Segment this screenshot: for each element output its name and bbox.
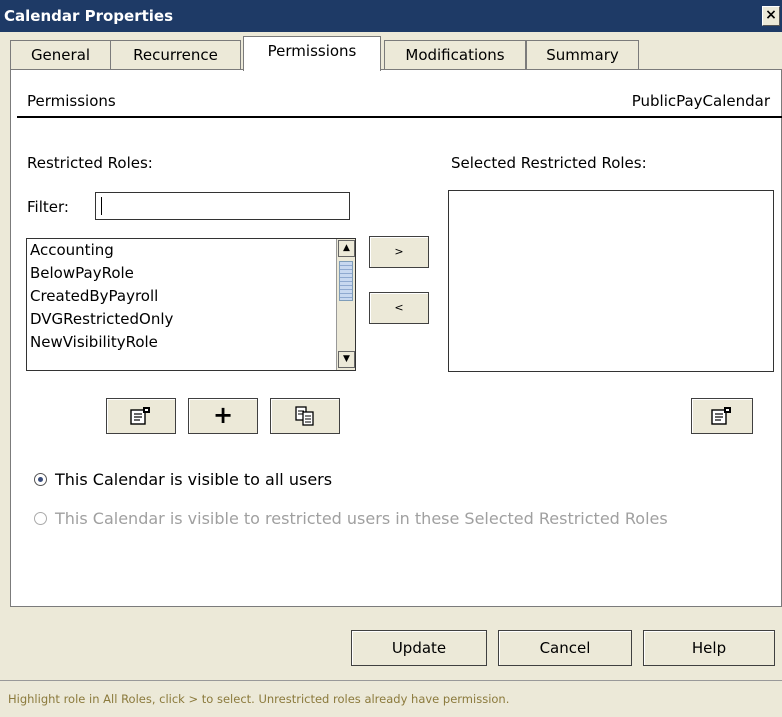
tab-modifications[interactable]: Modifications [384, 40, 526, 70]
visible-all-label: This Calendar is visible to all users [55, 470, 333, 489]
arrow-up-icon: ▲ [343, 243, 350, 253]
tab-label: Permissions [267, 42, 357, 60]
status-message: Highlight role in All Roles, click > to … [8, 692, 510, 706]
list-item[interactable]: BelowPayRole [27, 262, 355, 285]
restricted-roles-label: Restricted Roles: [27, 154, 153, 172]
tab-permissions[interactable]: Permissions [243, 36, 381, 71]
tab-label: Summary [546, 46, 619, 64]
filter-label: Filter: [27, 198, 69, 216]
section-title: Permissions [27, 92, 116, 110]
window-title-bar: Calendar Properties × [0, 0, 782, 32]
properties-icon [711, 407, 731, 425]
calendar-name: PublicPayCalendar [631, 92, 770, 110]
help-label: Help [691, 639, 727, 657]
update-button[interactable]: Update [351, 630, 487, 666]
tab-general[interactable]: General [10, 40, 111, 70]
properties-icon [130, 407, 150, 425]
filter-input[interactable] [95, 192, 350, 220]
tab-label: General [30, 46, 91, 64]
cancel-label: Cancel [539, 639, 591, 657]
copy-icon [295, 406, 314, 426]
selected-role-properties-button[interactable] [691, 398, 753, 434]
close-icon: × [765, 7, 777, 23]
selected-roles-label: Selected Restricted Roles: [451, 154, 647, 172]
cancel-button[interactable]: Cancel [498, 630, 632, 666]
header-divider [17, 116, 782, 118]
move-right-button[interactable]: > [369, 236, 429, 268]
scroll-up-button[interactable]: ▲ [338, 240, 355, 257]
selected-roles-list[interactable] [448, 190, 774, 372]
update-label: Update [391, 639, 447, 657]
add-role-button[interactable]: + [188, 398, 258, 434]
visible-restricted-radio[interactable] [34, 512, 47, 525]
window-title: Calendar Properties [4, 7, 174, 25]
scroll-thumb[interactable] [339, 261, 353, 301]
vertical-scrollbar[interactable]: ▲ ▼ [336, 239, 355, 370]
tab-label: Recurrence [133, 46, 218, 64]
list-item[interactable]: NewVisibilityRole [27, 331, 355, 354]
scroll-down-button[interactable]: ▼ [338, 351, 355, 368]
move-right-label: > [394, 245, 404, 258]
tab-recurrence[interactable]: Recurrence [110, 40, 241, 70]
text-caret [101, 197, 102, 215]
role-properties-button[interactable] [106, 398, 176, 434]
list-item[interactable]: DVGRestrictedOnly [27, 308, 355, 331]
restricted-roles-list[interactable]: Accounting BelowPayRole CreatedByPayroll… [26, 238, 356, 371]
help-button[interactable]: Help [643, 630, 775, 666]
status-bar: Highlight role in All Roles, click > to … [0, 680, 782, 717]
plus-icon: + [212, 401, 234, 429]
move-left-label: < [394, 301, 404, 314]
copy-role-button[interactable] [270, 398, 340, 434]
list-item[interactable]: CreatedByPayroll [27, 285, 355, 308]
tab-summary[interactable]: Summary [526, 40, 639, 70]
move-left-button[interactable]: < [369, 292, 429, 324]
tab-label: Modifications [405, 46, 505, 64]
close-button[interactable]: × [762, 6, 780, 26]
arrow-down-icon: ▼ [343, 354, 350, 364]
list-item[interactable]: Accounting [27, 239, 355, 262]
visible-all-radio[interactable] [34, 473, 47, 486]
visible-restricted-label: This Calendar is visible to restricted u… [55, 509, 668, 528]
